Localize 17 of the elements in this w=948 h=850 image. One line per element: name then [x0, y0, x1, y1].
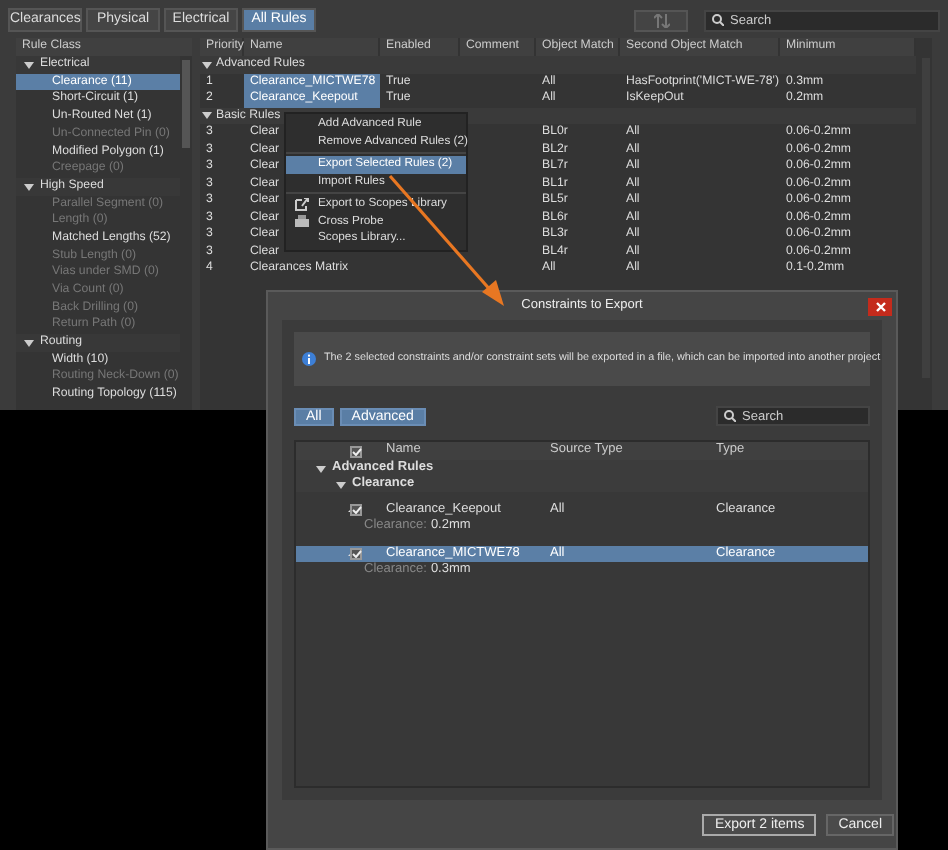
close-button[interactable]: [868, 298, 892, 316]
checkbox[interactable]: [350, 445, 362, 457]
search-icon: [712, 14, 724, 26]
close-icon: [875, 302, 885, 312]
collapse-icon[interactable]: [24, 337, 34, 348]
probe-icon: [294, 214, 310, 229]
search-icon: [724, 410, 736, 422]
export-icon: [294, 197, 310, 212]
collapse-icon[interactable]: [202, 110, 212, 121]
collapse-icon[interactable]: [24, 181, 34, 192]
collapse-icon[interactable]: [24, 59, 34, 70]
collapse-icon[interactable]: [202, 59, 212, 70]
checkbox[interactable]: [350, 548, 362, 561]
info-icon: [302, 352, 316, 366]
sort-icon: [653, 13, 669, 27]
toolbar-button[interactable]: [634, 9, 688, 31]
checkbox[interactable]: [350, 504, 362, 517]
